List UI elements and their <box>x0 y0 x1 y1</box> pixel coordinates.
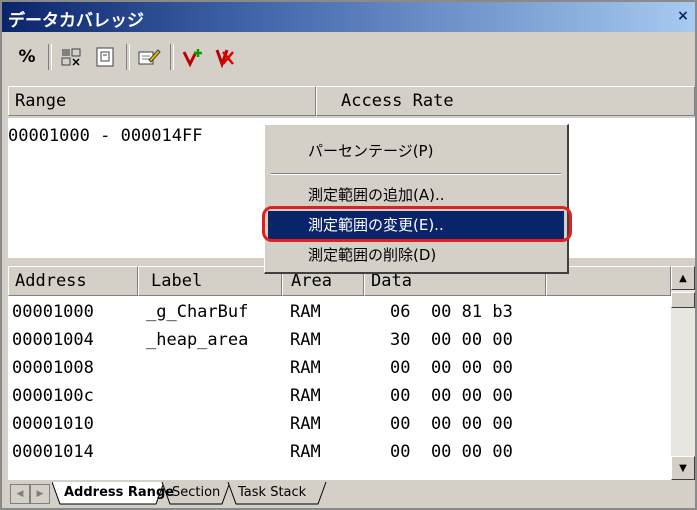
address-cell: 00001008 <box>12 358 94 378</box>
column-header-address[interactable]: Address <box>8 266 138 296</box>
document-icon[interactable] <box>90 42 120 72</box>
table-row[interactable]: 0000100c RAM 00 00 00 00 <box>8 382 671 410</box>
area-cell: RAM <box>290 414 321 434</box>
percent-icon[interactable]: % <box>12 42 42 72</box>
area-cell: RAM <box>290 358 321 378</box>
window-title: データカバレッジ <box>8 11 144 31</box>
data-cell: 00 00 00 00 <box>390 414 513 434</box>
label-cell: _g_CharBuf <box>146 302 249 322</box>
data-cell: 00 00 00 00 <box>390 442 513 462</box>
area-cell: RAM <box>290 330 321 350</box>
scroll-thumb[interactable] <box>671 292 695 308</box>
address-cell: 00001004 <box>12 330 94 350</box>
table-row[interactable]: 00001000 _g_CharBuf RAM 06 00 81 b3 <box>8 298 671 326</box>
table-row[interactable]: 00001004 _heap_area RAM 30 00 00 00 <box>8 326 671 354</box>
data-cell: 06 00 81 b3 <box>390 302 513 322</box>
vertical-scrollbar[interactable]: ▲ ▼ <box>671 266 695 480</box>
delete-range-icon[interactable] <box>210 42 240 72</box>
context-menu: パーセンテージ(P) 測定範囲の追加(A).. 測定範囲の変更(E).. 測定範… <box>264 124 569 274</box>
scroll-down-icon[interactable]: ▼ <box>671 456 695 480</box>
area-cell: RAM <box>290 386 321 406</box>
filter-icon[interactable] <box>56 42 86 72</box>
toolbar: % <box>2 36 695 78</box>
column-header-access-rate[interactable]: Access Rate <box>316 86 695 116</box>
menu-item-delete-range[interactable]: 測定範囲の削除(D) <box>268 241 564 269</box>
toolbar-separator <box>126 44 130 70</box>
menu-separator <box>271 173 561 175</box>
table-row[interactable]: 00001014 RAM 00 00 00 00 <box>8 438 671 466</box>
table-row[interactable]: 00001008 RAM 00 00 00 00 <box>8 354 671 382</box>
close-icon[interactable]: × <box>674 7 692 26</box>
column-header-range[interactable]: Range <box>8 86 316 116</box>
data-cell: 30 00 00 00 <box>390 330 513 350</box>
address-detail-list: 00001000 _g_CharBuf RAM 06 00 81 b3 0000… <box>8 296 671 480</box>
edit-icon[interactable] <box>134 42 164 72</box>
address-cell: 00001010 <box>12 414 94 434</box>
title-bar: データカバレッジ × <box>2 2 695 32</box>
data-cell: 00 00 00 00 <box>390 358 513 378</box>
data-cell: 00 00 00 00 <box>390 386 513 406</box>
tab-task-stack[interactable]: Task Stack <box>238 482 306 504</box>
scroll-up-icon[interactable]: ▲ <box>671 266 695 290</box>
label-cell: _heap_area <box>146 330 249 350</box>
menu-item-percentage[interactable]: パーセンテージ(P) <box>268 137 564 165</box>
tab-section[interactable]: Section <box>172 482 220 504</box>
tab-strip: ◀ ▶ Address Range Section Task Stack <box>8 480 695 508</box>
toolbar-separator <box>48 44 52 70</box>
column-header-label[interactable]: Label <box>138 266 282 296</box>
highlight-ring <box>262 206 572 242</box>
range-value: 00001000 - 000014FF <box>8 126 203 146</box>
percent-label: % <box>18 47 36 67</box>
tab-scroll-right-icon[interactable]: ▶ <box>30 484 50 504</box>
area-cell: RAM <box>290 442 321 462</box>
table-row[interactable]: 00001010 RAM 00 00 00 00 <box>8 410 671 438</box>
tab-scroll-left-icon[interactable]: ◀ <box>10 484 30 504</box>
address-cell: 0000100c <box>12 386 94 406</box>
tab-address-range[interactable]: Address Range <box>64 482 174 504</box>
data-coverage-window: データカバレッジ × % Range Access Rate 00001000 … <box>0 0 697 510</box>
menu-item-add-range[interactable]: 測定範囲の追加(A).. <box>268 181 564 209</box>
range-row[interactable]: 00001000 - 000014FF <box>8 122 202 150</box>
add-range-icon[interactable] <box>178 42 208 72</box>
address-cell: 00001014 <box>12 442 94 462</box>
area-cell: RAM <box>290 302 321 322</box>
address-cell: 00001000 <box>12 302 94 322</box>
toolbar-separator <box>170 44 174 70</box>
